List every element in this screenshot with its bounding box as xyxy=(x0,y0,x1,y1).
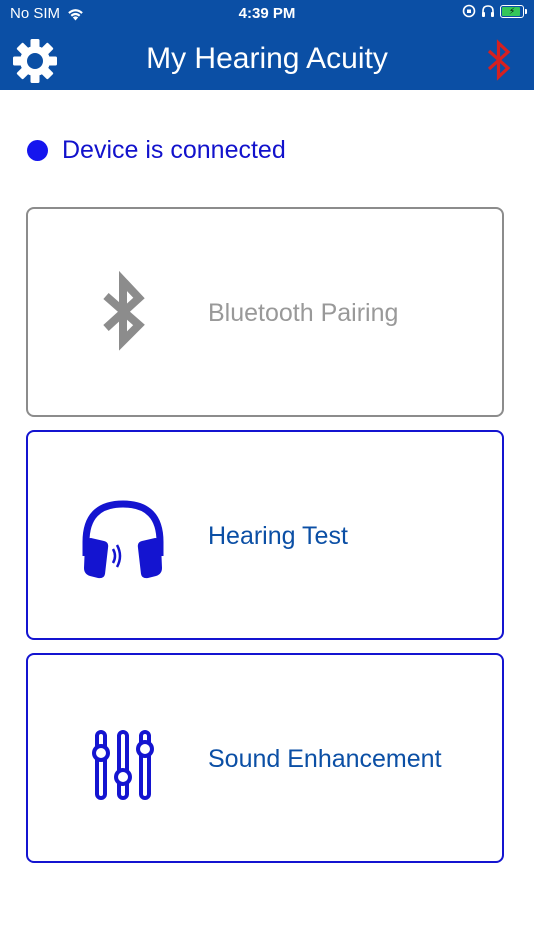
battery-icon: ⚡ xyxy=(500,4,527,18)
connection-status: Device is connected xyxy=(27,136,286,165)
page-title: My Hearing Acuity xyxy=(146,42,388,75)
connection-status-text: Device is connected xyxy=(62,136,286,164)
hearing-test-label: Hearing Test xyxy=(208,522,348,550)
equalizer-sliders-icon xyxy=(92,730,154,800)
headphones-icon xyxy=(82,500,164,579)
bluetooth-icon xyxy=(103,271,145,351)
status-right: ⚡ xyxy=(462,4,527,18)
hearing-test-button[interactable]: Hearing Test xyxy=(26,430,504,640)
bluetooth-pairing-label: Bluetooth Pairing xyxy=(208,299,399,327)
sound-enhancement-button[interactable]: Sound Enhancement xyxy=(26,653,504,863)
headphones-status-icon xyxy=(482,5,494,17)
bluetooth-pairing-button[interactable]: Bluetooth Pairing xyxy=(26,207,504,417)
sound-enhancement-label: Sound Enhancement xyxy=(208,745,442,773)
status-time: 4:39 PM xyxy=(238,5,296,22)
status-bar: No SIM 4:39 PM ⚡ xyxy=(0,0,534,28)
app-header: No SIM 4:39 PM ⚡ My Hearing Acuity xyxy=(0,0,534,90)
connection-dot xyxy=(27,140,48,161)
bluetooth-icon[interactable] xyxy=(482,38,516,82)
orientation-lock-icon xyxy=(462,4,476,18)
